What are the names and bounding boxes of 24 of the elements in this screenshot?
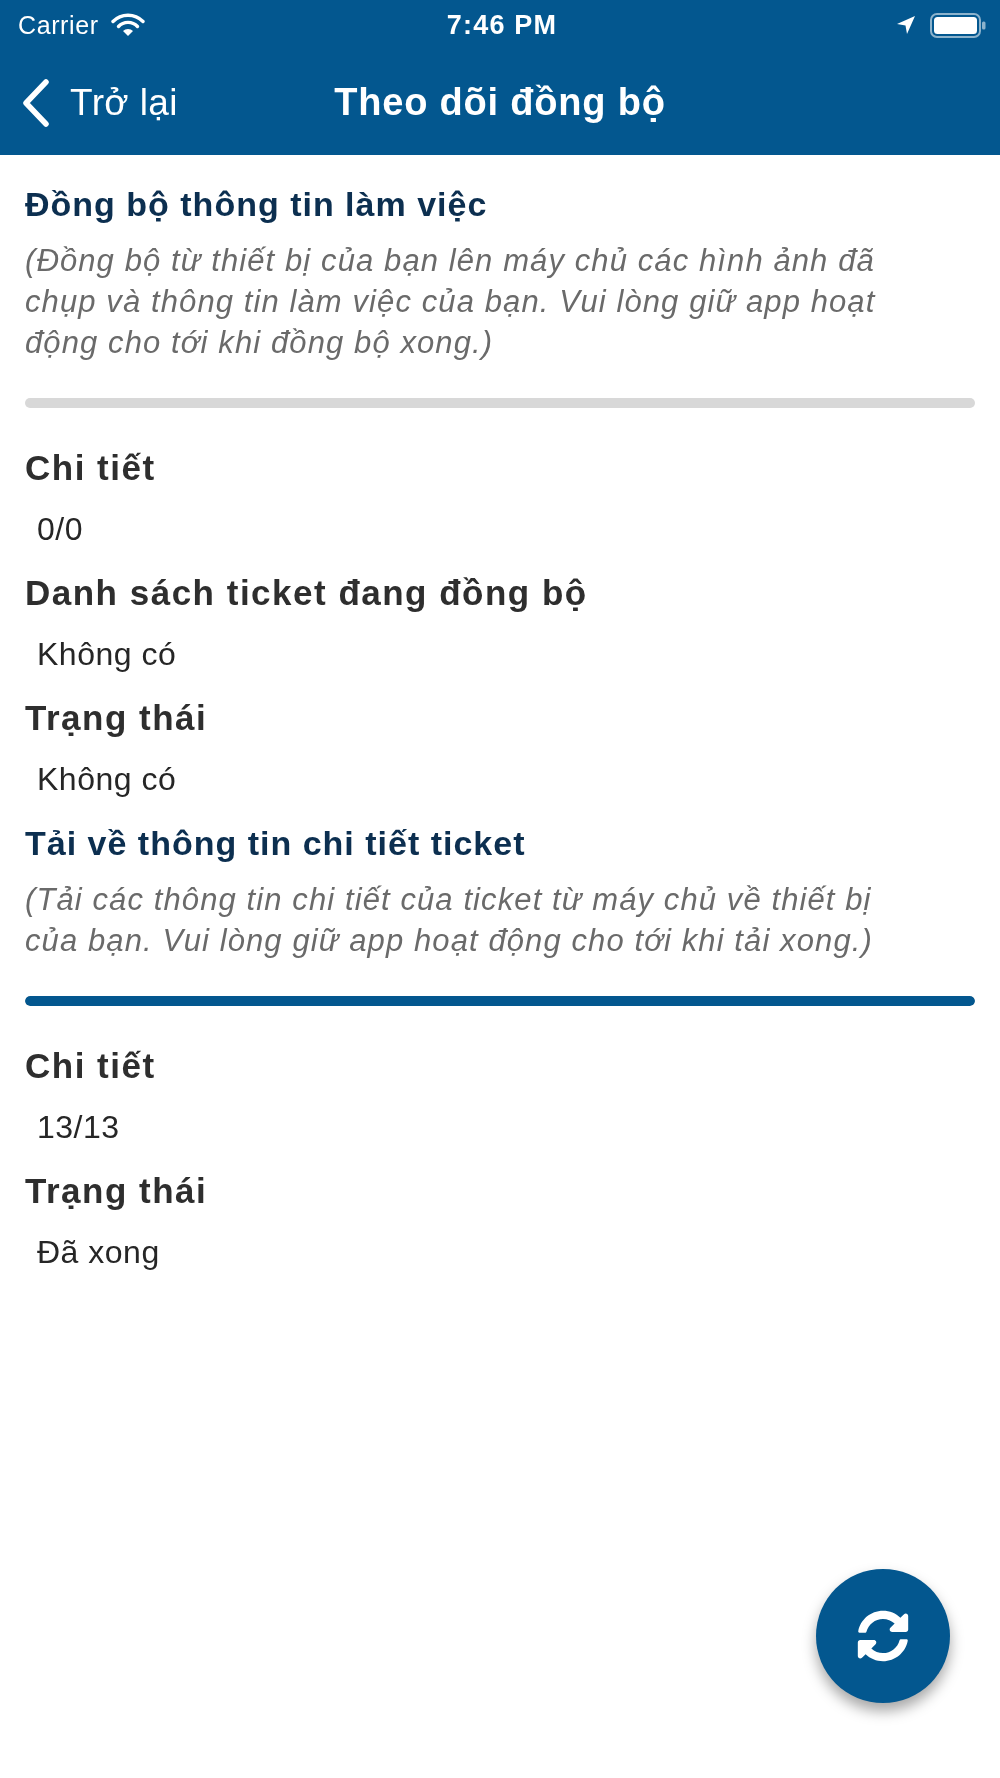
screen-title: Theo dõi đồng bộ (334, 81, 666, 124)
section-description: (Đồng bộ từ thiết bị của bạn lên máy chủ các hình ảnh đã chụp và thông tin làm việc của bạn. Vui lòng giữ app hoạt động cho tới khi đồng bộ xong.) (25, 242, 877, 362)
carrier-label: Carrier (18, 10, 99, 40)
status-time: 7:46 PM (446, 9, 558, 41)
location-arrow-icon (896, 15, 916, 35)
field-value: Không có (36, 760, 178, 799)
section-title: Đồng bộ thông tin làm việc (25, 184, 489, 224)
chevron-left-icon (22, 78, 50, 127)
section-description: (Tải các thông tin chi tiết của ticket từ máy chủ về thiết bị của bạn. Vui lòng giữ app hoạt động cho tới khi tải xong.) (25, 881, 874, 960)
back-button[interactable]: Trở lại (22, 78, 178, 127)
battery-icon (930, 12, 986, 38)
field-value: 13/13 (36, 1108, 121, 1147)
field-value: 0/0 (36, 510, 84, 549)
refresh-icon (857, 1610, 909, 1662)
section-title: Tải về thông tin chi tiết ticket (25, 823, 527, 863)
field-label: Chi tiết (25, 1046, 157, 1086)
field-value: Đã xong (36, 1233, 161, 1272)
field-value: Không có (36, 635, 178, 674)
field-label: Chi tiết (25, 448, 157, 488)
field-label: Trạng thái (25, 1171, 209, 1211)
refresh-button[interactable] (816, 1569, 950, 1703)
field-label: Danh sách ticket đang đồng bộ (25, 573, 589, 613)
wifi-icon (110, 13, 145, 37)
field-label: Trạng thái (25, 698, 209, 738)
